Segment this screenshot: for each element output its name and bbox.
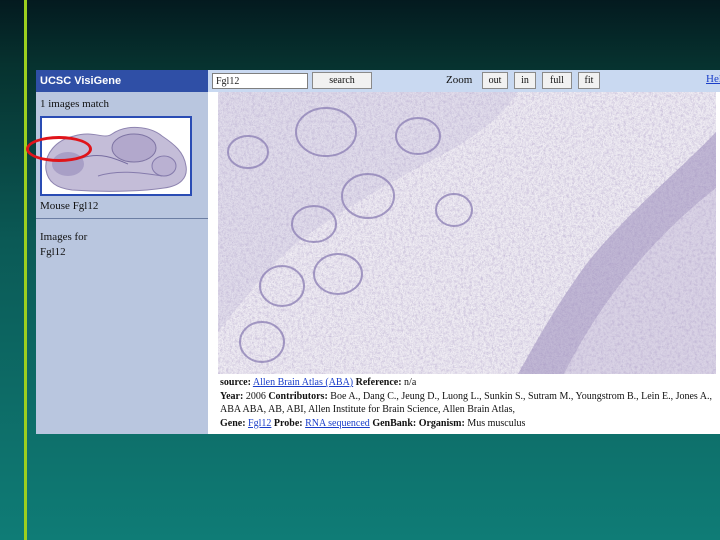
zoom-full-button[interactable]: full (542, 72, 572, 89)
slide-accent-line (24, 0, 27, 540)
images-for-label: Images for (40, 231, 88, 243)
info-line-source: source: Allen Brain Atlas (ABA) Referenc… (220, 376, 716, 390)
tissue-section-image (218, 92, 716, 374)
image-viewer[interactable] (218, 92, 716, 374)
genbank-label: GenBank: (372, 417, 417, 429)
gene-link[interactable]: Fgl12 (248, 418, 271, 429)
help-link[interactable]: Help (706, 73, 720, 85)
zoom-out-button[interactable]: out (482, 72, 508, 89)
zoom-fit-button[interactable]: fit (578, 72, 600, 89)
gene-label: Gene: (220, 417, 246, 429)
match-count: 1 images match (40, 98, 110, 110)
images-for-gene[interactable]: Fgl12 (40, 245, 200, 260)
annotation-highlight-oval (26, 136, 92, 162)
source-link[interactable]: Allen Brain Atlas (ABA) (253, 377, 353, 388)
images-for: Images for Fgl12 (40, 230, 200, 260)
probe-link[interactable]: RNA sequenced (305, 418, 370, 429)
reference-label: Reference: (355, 377, 402, 388)
source-label: source: (220, 377, 251, 388)
image-info: source: Allen Brain Atlas (ABA) Referenc… (220, 376, 716, 430)
zoom-in-button[interactable]: in (514, 72, 536, 89)
search-input[interactable] (212, 73, 308, 89)
info-line-year: Year: 2006 Contributors: Boe A., Dang C.… (220, 390, 716, 417)
reference-value: n/a (404, 377, 417, 388)
thumbnail-caption: Mouse Fgl12 (40, 200, 99, 212)
contributors-label: Contributors: (268, 390, 328, 402)
sidebar-divider (36, 218, 208, 219)
brand-title: UCSC VisiGene (36, 70, 208, 92)
probe-label: Probe: (273, 417, 303, 429)
toolbar: UCSC VisiGene search Zoom out in full fi… (36, 70, 720, 92)
organism-value: Mus musculus (467, 417, 526, 429)
search-button[interactable]: search (312, 72, 372, 89)
info-line-gene: Gene: Fgl12 Probe: RNA sequenced GenBank… (220, 417, 716, 431)
visigene-window: UCSC VisiGene search Zoom out in full fi… (36, 70, 720, 434)
zoom-label: Zoom (446, 74, 473, 86)
year-value: 2006 (245, 390, 266, 402)
organism-label: Organism: (418, 417, 465, 429)
year-label: Year: (220, 390, 244, 402)
